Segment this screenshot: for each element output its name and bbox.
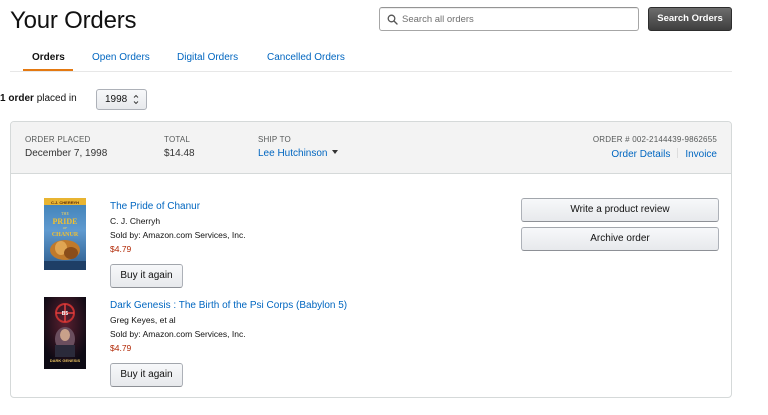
order-tabs: Orders Open Orders Digital Orders Cancel… — [10, 46, 732, 72]
svg-text:CHANUR: CHANUR — [52, 232, 79, 238]
svg-text:B5: B5 — [62, 311, 69, 317]
product-title-link[interactable]: Dark Genesis : The Birth of the Psi Corp… — [110, 300, 347, 311]
search-box — [379, 7, 639, 31]
order-placed-date: December 7, 1998 — [25, 148, 108, 159]
svg-text:C.J. CHERRYH: C.J. CHERRYH — [51, 200, 79, 205]
page-title: Your Orders — [10, 7, 137, 34]
year-select-value: 1998 — [105, 94, 128, 105]
search-icon — [387, 14, 398, 25]
book-cover-image[interactable]: B5 DARK GENESIS — [44, 297, 86, 369]
order-count-text: 1 order placed in — [0, 93, 77, 104]
order-total-value: $14.48 — [164, 148, 195, 159]
order-count: 1 order — [0, 93, 34, 104]
invoice-link[interactable]: Invoice — [685, 149, 717, 160]
archive-order-button[interactable]: Archive order — [521, 227, 719, 251]
order-count-suffix: placed in — [36, 93, 77, 104]
order-details-link[interactable]: Order Details — [611, 149, 670, 160]
svg-text:THE: THE — [61, 211, 69, 216]
product-seller: Sold by: Amazon.com Services, Inc. — [110, 230, 246, 240]
tab-digital-orders[interactable]: Digital Orders — [177, 52, 238, 63]
product-title-link[interactable]: The Pride of Chanur — [110, 201, 200, 212]
order-number: ORDER # 002-2144439-9862655 — [592, 135, 717, 144]
order-placed-label: ORDER PLACED — [25, 135, 91, 144]
active-tab-indicator — [23, 69, 73, 71]
buy-it-again-button[interactable]: Buy it again — [110, 363, 183, 387]
tab-cancelled-orders[interactable]: Cancelled Orders — [267, 52, 345, 63]
write-review-button[interactable]: Write a product review — [521, 198, 719, 222]
tab-orders[interactable]: Orders — [32, 52, 65, 63]
product-author: C. J. Cherryh — [110, 216, 161, 226]
search-input[interactable] — [402, 10, 632, 28]
product-price: $4.79 — [110, 244, 132, 254]
buy-it-again-button[interactable]: Buy it again — [110, 264, 183, 288]
product-price: $4.79 — [110, 343, 132, 353]
product-author: Greg Keyes, et al — [110, 315, 176, 325]
ship-to-label: SHIP TO — [258, 135, 291, 144]
product-seller: Sold by: Amazon.com Services, Inc. — [110, 329, 246, 339]
ship-to-recipient[interactable]: Lee Hutchinson — [258, 148, 338, 159]
svg-text:OF: OF — [63, 226, 68, 230]
order-links: Order Details Invoice — [611, 148, 717, 160]
order-total-label: TOTAL — [164, 135, 191, 144]
order-header: ORDER PLACED December 7, 1998 TOTAL $14.… — [11, 122, 731, 174]
caret-down-icon — [331, 150, 338, 154]
book-cover-image[interactable]: C.J. CHERRYH THE PRIDE OF CHANUR — [44, 198, 86, 270]
year-select[interactable]: 1998 — [96, 89, 147, 110]
link-divider — [677, 148, 679, 158]
svg-text:DARK GENESIS: DARK GENESIS — [50, 358, 81, 363]
search-orders-button[interactable]: Search Orders — [648, 7, 732, 31]
ship-to-name: Lee Hutchinson — [258, 148, 328, 159]
svg-text:PRIDE: PRIDE — [53, 217, 78, 226]
tab-open-orders[interactable]: Open Orders — [92, 52, 150, 63]
order-card: ORDER PLACED December 7, 1998 TOTAL $14.… — [10, 121, 732, 398]
select-chevron-icon — [133, 90, 139, 116]
